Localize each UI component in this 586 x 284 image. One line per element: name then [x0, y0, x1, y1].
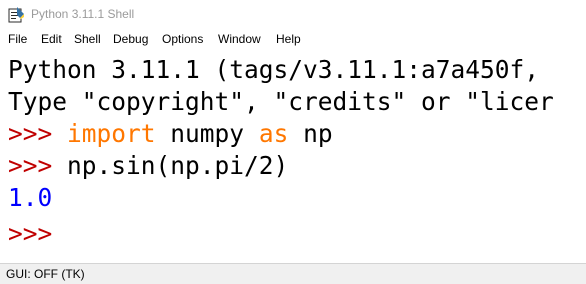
window-title: Python 3.11.1 Shell [31, 7, 135, 21]
shell-input-line: >>> np.sin(np.pi/2) [8, 151, 288, 181]
banner-line: Python 3.11.1 (tags/v3.11.1:a7a450f, [8, 55, 540, 84]
keyword-import: import [67, 119, 156, 148]
menu-options[interactable]: Options [162, 32, 203, 46]
menu-help[interactable]: Help [276, 32, 301, 46]
keyword-as: as [258, 119, 289, 148]
shell-prompt: >>> [8, 219, 53, 248]
idle-python-icon [8, 7, 24, 23]
menu-file[interactable]: File [8, 32, 27, 46]
shell-prompt: >>> [8, 119, 53, 148]
menu-shell[interactable]: Shell [74, 32, 101, 46]
shell-input-line[interactable]: >>> [8, 219, 52, 249]
shell-input-code: np.sin(np.pi/2) [67, 151, 289, 180]
module-alias: np [288, 119, 333, 148]
menu-edit[interactable]: Edit [41, 32, 62, 46]
banner-line: Type "copyright", "credits" or "licer [8, 87, 554, 116]
menu-debug[interactable]: Debug [113, 32, 148, 46]
shell-prompt: >>> [8, 151, 53, 180]
menu-bar: File Edit Shell Debug Options Window Hel… [0, 29, 586, 51]
shell-input-line: >>> import numpy as np [8, 119, 333, 149]
idle-shell-window: Python 3.11.1 Shell File Edit Shell Debu… [0, 0, 586, 284]
menu-window[interactable]: Window [218, 32, 261, 46]
shell-text-area[interactable]: Python 3.11.1 (tags/v3.11.1:a7a450f, Typ… [0, 52, 586, 263]
shell-output: 1.0 [8, 183, 53, 212]
status-text: GUI: OFF (TK) [6, 267, 85, 281]
module-name: numpy [155, 119, 259, 148]
status-bar: GUI: OFF (TK) [0, 263, 586, 284]
title-bar[interactable]: Python 3.11.1 Shell [0, 0, 586, 29]
